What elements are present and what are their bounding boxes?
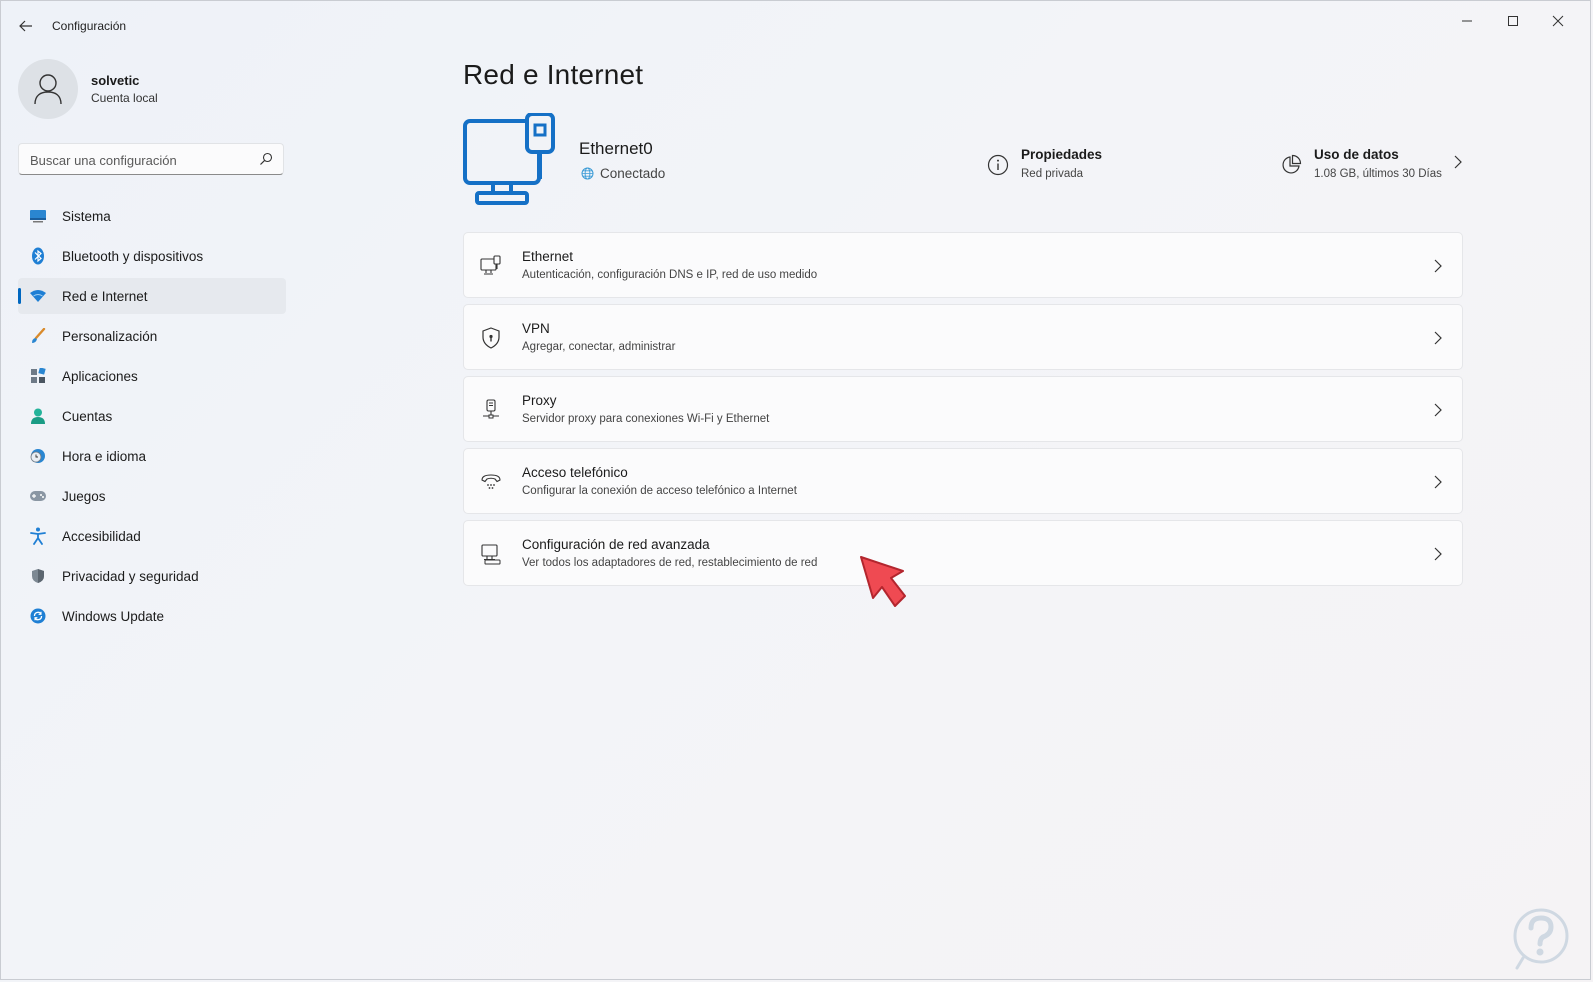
sidebar-item-windows-update[interactable]: Windows Update	[18, 598, 286, 634]
sidebar-item-cuentas[interactable]: Cuentas	[18, 398, 286, 434]
sidebar-item-label: Privacidad y seguridad	[62, 568, 199, 584]
user-name: solvetic	[91, 73, 140, 88]
system-icon	[29, 207, 47, 225]
brush-icon	[29, 327, 47, 345]
maximize-button[interactable]	[1491, 7, 1535, 35]
chevron-right-icon	[1434, 403, 1442, 417]
close-button[interactable]	[1536, 7, 1580, 35]
sidebar-item-label: Aplicaciones	[62, 368, 138, 384]
card-title: Configuración de red avanzada	[522, 537, 710, 552]
card-vpn[interactable]: VPN Agregar, conectar, administrar	[463, 304, 1463, 370]
connection-status: Conectado	[581, 166, 665, 181]
card-subtitle: Autenticación, configuración DNS e IP, r…	[522, 269, 818, 281]
pie-chart-icon	[1282, 154, 1302, 174]
person-icon	[29, 407, 47, 425]
back-arrow-icon	[19, 20, 32, 32]
card-configuracion-red-avanzada[interactable]: Configuración de red avanzada Ver todos …	[463, 520, 1463, 586]
chevron-right-icon	[1434, 547, 1442, 561]
settings-cards: Ethernet Autenticación, configuración DN…	[463, 232, 1463, 592]
search-box[interactable]	[18, 143, 284, 176]
sidebar-item-label: Red e Internet	[62, 288, 148, 304]
sidebar-item-red-e-internet[interactable]: Red e Internet	[18, 278, 286, 314]
card-title: Ethernet	[522, 249, 574, 264]
card-subtitle: Configurar la conexión de acceso telefón…	[522, 485, 797, 497]
advanced-network-icon	[480, 543, 502, 565]
clock-globe-icon	[29, 447, 47, 465]
properties-subtitle: Red privada	[1021, 168, 1084, 180]
vpn-shield-icon	[480, 327, 502, 349]
user-profile[interactable]: solvetic Cuenta local	[18, 59, 158, 119]
sidebar-item-bluetooth[interactable]: Bluetooth y dispositivos	[18, 238, 286, 274]
back-button[interactable]	[15, 15, 37, 37]
sidebar-item-label: Personalización	[62, 328, 158, 344]
search-input[interactable]	[19, 144, 262, 176]
card-title: Proxy	[522, 393, 557, 408]
sidebar-item-personalizacion[interactable]: Personalización	[18, 318, 286, 354]
card-subtitle: Ver todos los adaptadores de red, restab…	[522, 557, 818, 569]
sidebar-item-hora-e-idioma[interactable]: Hora e idioma	[18, 438, 286, 474]
bluetooth-icon	[29, 247, 47, 265]
minimize-button[interactable]	[1445, 7, 1489, 35]
chevron-right-icon	[1454, 155, 1462, 169]
sidebar-item-aplicaciones[interactable]: Aplicaciones	[18, 358, 286, 394]
sidebar-item-privacidad[interactable]: Privacidad y seguridad	[18, 558, 286, 594]
connection-name: Ethernet0	[579, 139, 653, 158]
avatar	[18, 59, 78, 119]
sidebar-item-label: Cuentas	[62, 408, 113, 424]
data-usage-subtitle: 1.08 GB, últimos 30 Días	[1314, 168, 1442, 180]
settings-window: Configuración solvetic Cuenta local Busc…	[0, 0, 1591, 980]
card-title: VPN	[522, 321, 550, 336]
chevron-right-icon	[1434, 331, 1442, 345]
sidebar-item-accesibilidad[interactable]: Accesibilidad	[18, 518, 286, 554]
properties-link[interactable]: Propiedades Red privada	[987, 147, 1102, 180]
card-acceso-telefonico[interactable]: Acceso telefónico Configurar la conexión…	[463, 448, 1463, 514]
search-icon[interactable]	[259, 152, 273, 166]
sidebar-item-label: Bluetooth y dispositivos	[62, 248, 204, 264]
title-bar: Configuración	[1, 1, 1590, 49]
user-account-type: Cuenta local	[91, 91, 158, 105]
phone-icon	[480, 471, 502, 493]
accessibility-icon	[29, 527, 47, 545]
wifi-icon	[29, 287, 47, 305]
page-title: Red e Internet	[463, 59, 644, 90]
user-avatar-icon	[34, 74, 62, 105]
sidebar-item-sistema[interactable]: Sistema	[18, 198, 286, 234]
info-icon	[987, 154, 1009, 176]
maximize-icon	[1508, 16, 1518, 26]
update-icon	[29, 607, 47, 625]
card-ethernet[interactable]: Ethernet Autenticación, configuración DN…	[463, 232, 1463, 298]
ethernet-icon	[480, 255, 502, 277]
card-title: Acceso telefónico	[522, 465, 628, 480]
ethernet-hero-icon	[463, 112, 559, 212]
chevron-right-icon	[1434, 259, 1442, 273]
sidebar-item-label: Juegos	[62, 488, 106, 504]
minimize-icon	[1462, 20, 1472, 22]
chevron-right-icon	[1434, 475, 1442, 489]
close-icon	[1552, 15, 1564, 27]
sidebar-item-label: Sistema	[62, 208, 111, 224]
sidebar-nav: Sistema Bluetooth y dispositivos Red e I…	[18, 198, 286, 638]
properties-title: Propiedades	[1021, 147, 1103, 162]
pointer-arrow-icon	[860, 556, 906, 607]
card-proxy[interactable]: Proxy Servidor proxy para conexiones Wi-…	[463, 376, 1463, 442]
globe-icon	[581, 167, 594, 180]
sidebar-item-label: Hora e idioma	[62, 448, 147, 464]
sidebar-item-label: Accesibilidad	[62, 528, 141, 544]
app-title: Configuración	[52, 19, 127, 33]
card-subtitle: Agregar, conectar, administrar	[522, 341, 676, 353]
card-subtitle: Servidor proxy para conexiones Wi-Fi y E…	[522, 413, 770, 425]
sidebar-item-juegos[interactable]: Juegos	[18, 478, 286, 514]
gamepad-icon	[29, 487, 47, 505]
connection-status-text: Conectado	[600, 166, 666, 181]
data-usage-title: Uso de datos	[1314, 147, 1399, 162]
shield-icon	[29, 567, 47, 585]
data-usage-link[interactable]: Uso de datos 1.08 GB, últimos 30 Días	[1280, 147, 1462, 180]
sidebar-item-label: Windows Update	[62, 608, 165, 624]
solvetic-logo-icon	[1513, 908, 1569, 970]
proxy-icon	[480, 399, 502, 421]
apps-icon	[29, 367, 47, 385]
